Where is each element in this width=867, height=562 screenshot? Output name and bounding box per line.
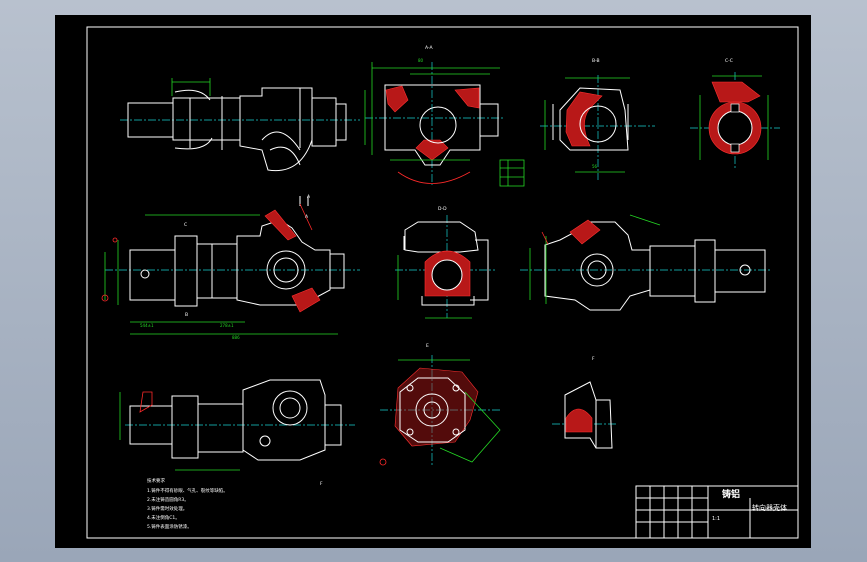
section-bb-label: B-B	[592, 58, 600, 64]
notes-title: 技术要求	[147, 477, 165, 484]
front-view-top	[120, 78, 360, 206]
view-e: E	[379, 343, 501, 466]
dim-bb: 56	[592, 164, 598, 169]
view-f-label: F	[592, 356, 595, 362]
material: 铸铝	[722, 488, 740, 500]
dim-278: 278±1	[220, 323, 234, 328]
view-e-label: E	[426, 343, 429, 349]
main-front-view: 886 278±1 544±1 A A B C	[101, 194, 360, 340]
cut-a-top: A	[307, 194, 311, 200]
cut-a-bottom: A	[305, 214, 309, 220]
note-5: 5.铸件表面涂防锈漆。	[147, 523, 192, 530]
section-cc-label: C-C	[725, 58, 733, 64]
cut-b: B	[185, 312, 188, 318]
dim-544: 544±1	[140, 323, 154, 328]
cut-f-bottom: F	[320, 481, 323, 487]
right-side-view	[520, 214, 770, 311]
section-aa-label: A-A	[425, 45, 434, 51]
drawing-sheet: A-A 80 B-B 56 C-C 886 278±1 544±1 A A B …	[55, 15, 811, 548]
bottom-view: F	[119, 379, 355, 487]
part-name: 转向器壳体	[752, 503, 787, 512]
section-cc: C-C	[690, 58, 780, 170]
section-dd: D-D	[395, 206, 495, 319]
scale: 1:1	[712, 516, 720, 522]
cad-viewport: A-A 80 B-B 56 C-C 886 278±1 544±1 A A B …	[0, 0, 867, 562]
view-f: F	[552, 356, 618, 449]
note-2: 2.未注铸造圆角R3。	[147, 496, 189, 503]
drawing-canvas: A-A 80 B-B 56 C-C 886 278±1 544±1 A A B …	[86, 26, 799, 539]
note-1: 1.铸件不得有砂眼、气孔、裂纹等缺陷。	[147, 487, 228, 494]
section-aa: A-A 80	[364, 45, 525, 187]
technical-notes: 技术要求 1.铸件不得有砂眼、气孔、裂纹等缺陷。 2.未注铸造圆角R3。 3.铸…	[147, 477, 228, 530]
dim-aa-top: 80	[418, 58, 424, 63]
note-4: 4.未注倒角C1。	[147, 514, 180, 521]
section-dd-label: D-D	[438, 206, 447, 212]
dim-total: 886	[232, 335, 240, 340]
note-3: 3.铸件需时效处理。	[147, 505, 187, 512]
section-bb: B-B 56	[540, 58, 655, 180]
cut-c: C	[184, 222, 187, 228]
title-block: 铸铝 转向器壳体 1:1	[635, 485, 799, 539]
